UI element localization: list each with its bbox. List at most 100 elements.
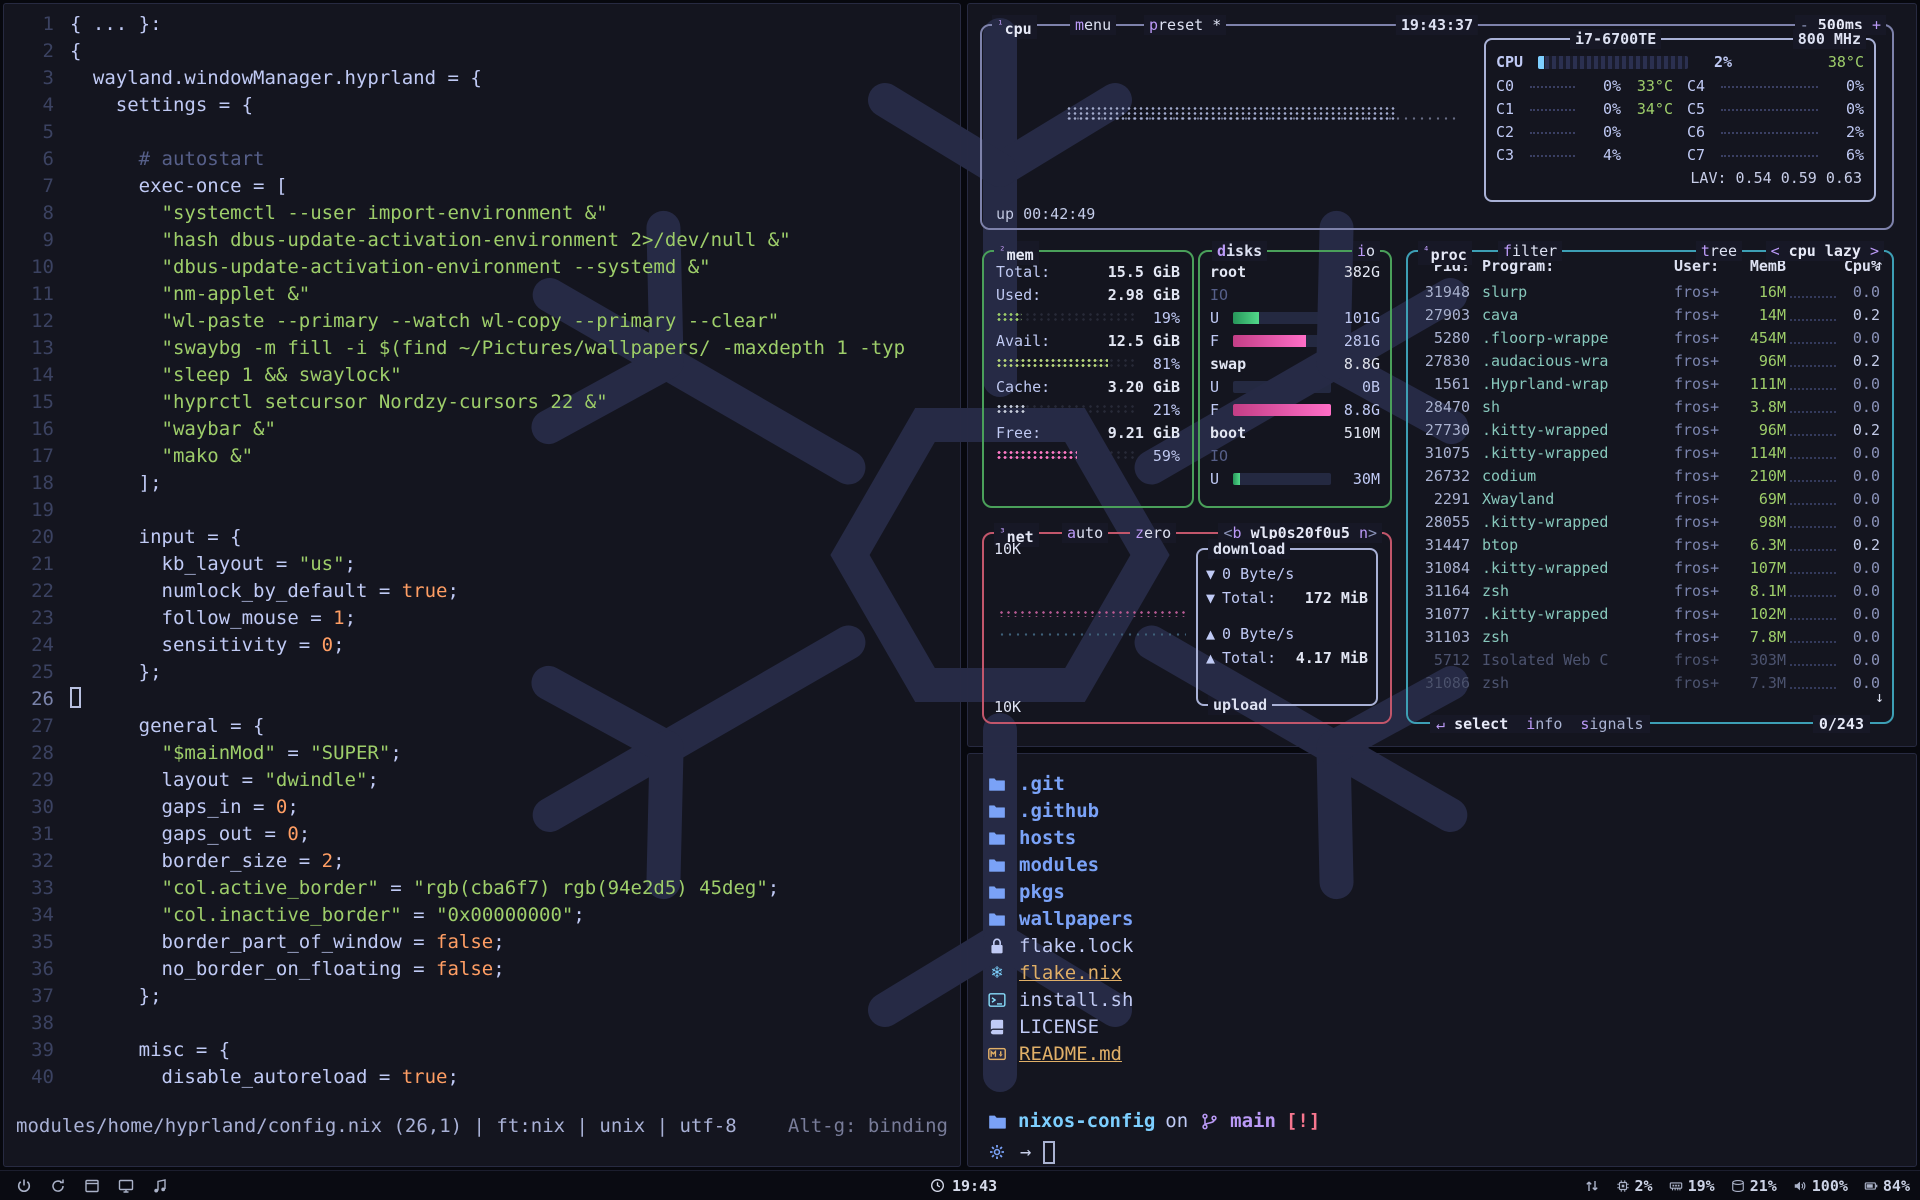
proc-box-number: ⁴ (1423, 244, 1430, 257)
code-segment: }; (70, 661, 162, 683)
process-user: fros+ (1674, 283, 1736, 301)
disk-meter-label: U (1210, 470, 1226, 488)
process-row[interactable]: 28055.kitty-wrappedfros+98M0.0 (1408, 510, 1892, 533)
process-cpu: 0.0 (1840, 582, 1880, 600)
line-number: 38 (8, 1010, 54, 1037)
sort-prev-button[interactable]: < (1771, 242, 1780, 260)
network-traffic-icon[interactable] (1584, 1178, 1600, 1194)
scroll-down-indicator[interactable]: ↓ (1875, 688, 1884, 706)
upload-arrow-icon: ▲ (1206, 625, 1215, 643)
process-program: Xwayland (1470, 490, 1674, 508)
dotted-leader (1790, 549, 1836, 551)
code-line: 19 (8, 497, 960, 524)
menu-button[interactable]: menu (1070, 15, 1116, 35)
proc-filter-button[interactable]: filter (1498, 241, 1562, 261)
select-button[interactable]: ↵ select (1436, 715, 1508, 733)
code-line: 10 "dbus-update-activation-environment -… (8, 254, 960, 281)
process-program: .Hyprland-wrap (1470, 375, 1674, 393)
code-text: }; (70, 659, 162, 686)
line-number: 7 (8, 173, 54, 200)
process-row[interactable]: 31077.kitty-wrappedfros+102M0.0 (1408, 602, 1892, 625)
power-icon[interactable] (16, 1178, 32, 1194)
terminal-cursor (1043, 1141, 1055, 1164)
ram-icon (1669, 1179, 1683, 1193)
code-segment: disable_autoreload = (70, 1066, 402, 1088)
process-row[interactable]: 5280.floorp-wrappefros+454M0.0 (1408, 326, 1892, 349)
shell-input-line[interactable]: → (986, 1137, 1898, 1167)
code-text: general = { (70, 713, 264, 740)
net-next-interface-button[interactable]: n (1359, 524, 1368, 542)
btop-clock: 19:43:37 (1396, 15, 1478, 35)
mem-meter-row: 21% (988, 398, 1188, 421)
process-row[interactable]: 28470shfros+3.8M0.0 (1408, 395, 1892, 418)
process-pid: 31084 (1416, 559, 1470, 577)
process-user: fros+ (1674, 306, 1736, 324)
cpu-model-label: i7-6700TE (1570, 29, 1661, 49)
disk-size: 382G (1344, 263, 1380, 281)
process-row[interactable]: 31086zshfros+7.3M0.0 (1408, 671, 1892, 694)
net-zero-button[interactable]: zero (1130, 523, 1176, 543)
process-row[interactable]: 5712Isolated Web Cfros+303M0.0 (1408, 648, 1892, 671)
editor-pane[interactable]: 1{ ... }:2{3 wayland.windowManager.hyprl… (3, 3, 961, 1167)
mem-value: 2.98 GiB (1108, 286, 1180, 304)
code-segment: ]; (70, 472, 162, 494)
interval-increase-button[interactable]: + (1872, 16, 1881, 34)
process-pid: 27903 (1416, 306, 1470, 324)
process-row[interactable]: 31103zshfros+7.8M0.0 (1408, 625, 1892, 648)
scroll-up-indicator[interactable]: ↑ (1875, 256, 1884, 274)
process-row[interactable]: 26732codiumfros+210M0.0 (1408, 464, 1892, 487)
line-number: 34 (8, 902, 54, 929)
editor-buffer: 1{ ... }:2{3 wayland.windowManager.hyprl… (8, 11, 960, 1091)
core-cell: C00%33°C (1496, 77, 1673, 95)
info-button[interactable]: info (1526, 715, 1562, 733)
net-auto-button[interactable]: auto (1062, 523, 1108, 543)
code-text: gaps_in = 0; (70, 794, 299, 821)
taskbar-status-area: 2%19%21%100%84% (1584, 1177, 1920, 1195)
code-line: 7 exec-once = [ (8, 173, 960, 200)
signals-button[interactable]: signals (1580, 715, 1643, 733)
process-row[interactable]: 27730.kitty-wrappedfros+96M0.2 (1408, 418, 1892, 441)
dotted-leader (1530, 155, 1575, 157)
preset-button[interactable]: preset * (1144, 15, 1226, 35)
cpu-temperature: 38°C (1828, 53, 1864, 71)
monitor-icon[interactable] (118, 1178, 134, 1194)
code-line: 2{ (8, 38, 960, 65)
disks-box-title[interactable]: disks (1212, 241, 1267, 261)
process-row[interactable]: 31084.kitty-wrappedfros+107M0.0 (1408, 556, 1892, 579)
process-row[interactable]: 2291Xwaylandfros+69M0.0 (1408, 487, 1892, 510)
code-line: 36 no_border_on_floating = false; (8, 956, 960, 983)
process-row[interactable]: 27903cavafros+14M0.2 (1408, 303, 1892, 326)
memory-stats: Total:15.5 GiBUsed:2.98 GiB19%Avail:12.5… (984, 252, 1192, 467)
code-segment: numlock_by_default = (70, 580, 402, 602)
proc-tree-button[interactable]: tree (1696, 241, 1742, 261)
mem-percent: 59% (1142, 447, 1180, 465)
core-percent: 0% (1824, 77, 1864, 95)
music-icon[interactable] (152, 1178, 168, 1194)
process-row[interactable]: 1561.Hyprland-wrapfros+111M0.0 (1408, 372, 1892, 395)
process-program: slurp (1470, 283, 1674, 301)
cpu-details-box: i7-6700TE 800 MHz CPU 2% 38°C C00%33°CC4… (1484, 38, 1876, 202)
code-line: 35 border_part_of_window = false; (8, 929, 960, 956)
refresh-icon[interactable] (50, 1178, 66, 1194)
code-text: "col.active_border" = "rgb(cba6f7) rgb(9… (70, 875, 779, 902)
code-segment: sensitivity = (70, 634, 322, 656)
disks-io-toggle[interactable]: io (1352, 241, 1380, 261)
code-line: 1{ ... }: (8, 11, 960, 38)
window-icon[interactable] (84, 1178, 100, 1194)
process-cpu: 0.0 (1840, 467, 1880, 485)
process-row[interactable]: 27830.audacious-wrafros+96M0.2 (1408, 349, 1892, 372)
process-row[interactable]: 31075.kitty-wrappedfros+114M0.0 (1408, 441, 1892, 464)
mem-meter (996, 404, 1134, 415)
terminal-pane[interactable]: .git.githubhostsmodulespkgswallpapersfla… (967, 753, 1917, 1167)
upload-speed: 0 Byte/s (1222, 625, 1294, 643)
code-text: follow_mouse = 1; (70, 605, 356, 632)
process-program: codium (1470, 467, 1674, 485)
process-row[interactable]: 31447btopfros+6.3M0.2 (1408, 533, 1892, 556)
code-segment: ; (448, 1066, 459, 1088)
line-number: 27 (8, 713, 54, 740)
disk-name: boot (1210, 424, 1246, 442)
process-row[interactable]: 31164zshfros+8.1M0.0 (1408, 579, 1892, 602)
code-segment: = (276, 742, 310, 764)
process-row[interactable]: 31948slurpfros+16M0.0 (1408, 280, 1892, 303)
line-number: 11 (8, 281, 54, 308)
